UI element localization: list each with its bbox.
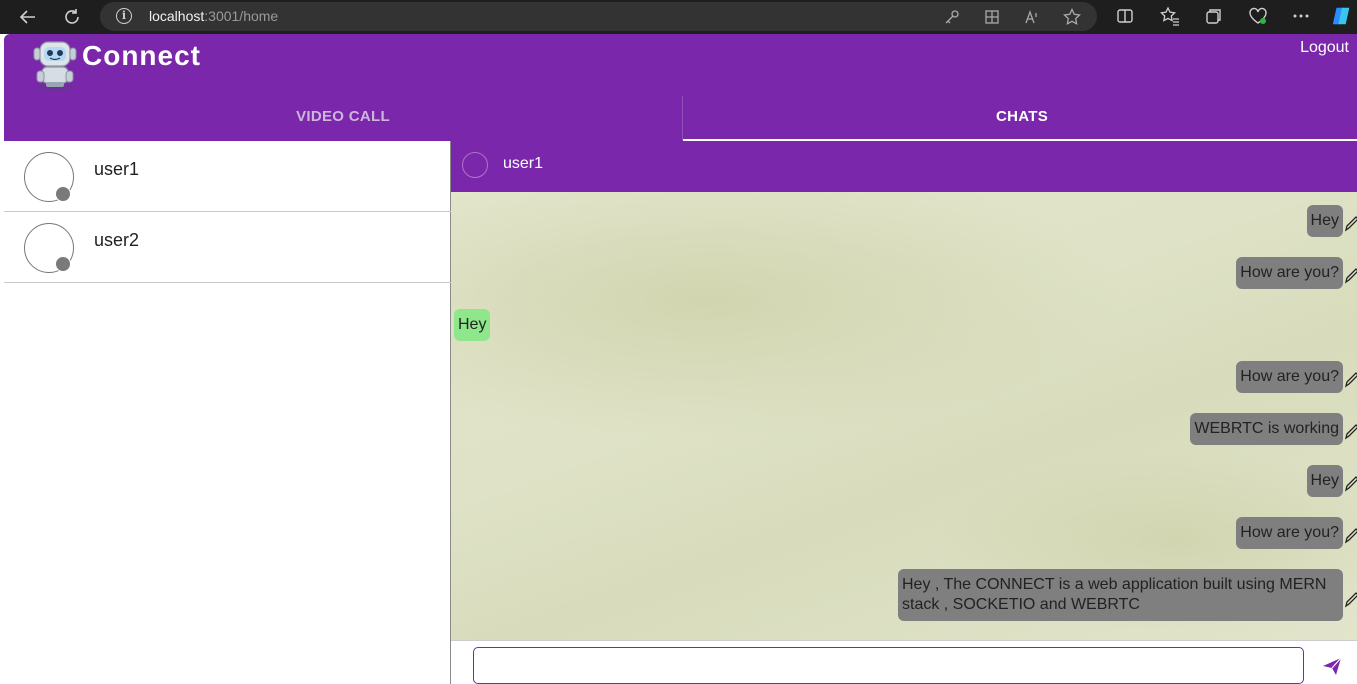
message-bubble-outgoing: How are you? [1236, 361, 1343, 393]
chat-pane: user1 Hey How are you? Hey How are you? … [451, 141, 1357, 684]
pencil-icon[interactable] [1344, 422, 1357, 440]
collections-icon[interactable] [1203, 5, 1225, 27]
contact-item-user2[interactable]: user2 [4, 212, 451, 283]
chat-header: user1 [451, 141, 1357, 192]
logout-link[interactable]: Logout [1300, 39, 1349, 57]
key-icon[interactable] [942, 7, 962, 27]
apps-icon[interactable] [982, 7, 1002, 27]
contacts-sidebar: user1 user2 [4, 141, 451, 684]
chat-contact-name: user1 [503, 155, 544, 172]
message-bubble-outgoing: Hey , The CONNECT is a web application b… [898, 569, 1343, 621]
favorite-star-icon[interactable] [1062, 7, 1082, 27]
back-arrow-icon[interactable] [15, 4, 41, 30]
contact-item-user1[interactable]: user1 [4, 141, 451, 212]
tab-chats[interactable]: CHATS [683, 96, 1357, 141]
message-bubble-outgoing: WEBRTC is working [1190, 413, 1343, 445]
status-indicator [55, 256, 71, 272]
pencil-icon[interactable] [1344, 590, 1357, 608]
avatar [462, 152, 488, 178]
message-bubble-outgoing: How are you? [1236, 517, 1343, 549]
app-root: Connect Logout VIDEO CALL CHATS user1 us… [4, 34, 1357, 684]
browser-essentials-icon[interactable] [1247, 5, 1269, 27]
message-bubble-incoming: Hey [454, 309, 491, 341]
favorites-icon[interactable] [1159, 5, 1181, 27]
pencil-icon[interactable] [1344, 266, 1357, 284]
status-indicator [55, 186, 71, 202]
pencil-icon[interactable] [1344, 474, 1357, 492]
message-input[interactable] [473, 647, 1304, 684]
contact-name: user2 [94, 230, 140, 250]
more-options-icon[interactable] [1290, 5, 1312, 27]
browser-toolbar: i localhost:3001/home [0, 0, 1357, 34]
message-list[interactable]: Hey How are you? Hey How are you? WEBRTC… [451, 192, 1357, 640]
refresh-icon[interactable] [59, 4, 85, 30]
message-bubble-outgoing: Hey [1306, 205, 1343, 237]
message-bubble-outgoing: Hey [1306, 465, 1343, 497]
url-text[interactable]: localhost:3001/home [149, 8, 278, 24]
robot-logo-icon [28, 38, 82, 92]
read-aloud-icon[interactable] [1022, 7, 1042, 27]
app-header: Connect Logout VIDEO CALL CHATS [4, 34, 1357, 141]
contact-name: user1 [94, 159, 140, 179]
message-bubble-outgoing: How are you? [1236, 257, 1343, 289]
copilot-icon[interactable] [1331, 5, 1353, 27]
pencil-icon[interactable] [1344, 214, 1357, 232]
pencil-icon[interactable] [1344, 370, 1357, 388]
pencil-icon[interactable] [1344, 526, 1357, 544]
split-screen-icon[interactable] [1114, 5, 1136, 27]
message-composer [451, 640, 1357, 684]
site-info-icon[interactable]: i [116, 8, 132, 24]
send-icon[interactable] [1321, 655, 1343, 677]
tab-video-call[interactable]: VIDEO CALL [4, 96, 682, 141]
app-brand-title: Connect [82, 40, 201, 71]
address-bar[interactable]: i localhost:3001/home [100, 2, 1097, 31]
